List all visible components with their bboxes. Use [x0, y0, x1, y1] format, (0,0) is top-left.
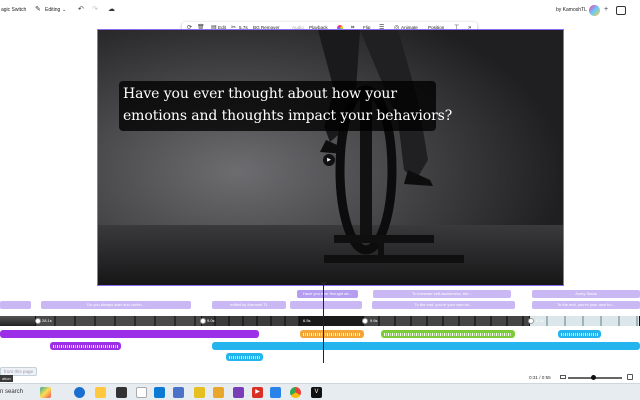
- microsoft-store-icon[interactable]: [136, 387, 147, 398]
- undo-icon[interactable]: ↶: [78, 6, 84, 14]
- redo-icon[interactable]: ↷: [92, 6, 98, 14]
- caption-clip[interactable]: To increase self-awareness, the...: [373, 290, 511, 298]
- audio-clip[interactable]: [558, 330, 601, 338]
- clip-duration: 9.0s: [207, 318, 215, 323]
- avatar[interactable]: [589, 5, 600, 16]
- transition-icon[interactable]: [200, 318, 206, 324]
- clip-duration: 9.6s: [370, 318, 378, 323]
- app-icon[interactable]: [233, 387, 244, 398]
- video-track[interactable]: 28.1s 9.0s 6.5s 9.6s 8.1s: [0, 316, 640, 326]
- file-explorer-icon[interactable]: [95, 387, 106, 398]
- design-canvas[interactable]: Have you ever thought about how your emo…: [97, 29, 564, 286]
- chevron-down-icon: ⌄: [62, 7, 67, 13]
- share-icon[interactable]: [616, 6, 626, 15]
- caption-clip[interactable]: [290, 301, 362, 309]
- clip-duration: 8.1s: [536, 318, 544, 323]
- magic-switch-button[interactable]: agic Switch: [1, 7, 26, 13]
- caption-line-1: Have you ever thought about how your: [123, 86, 397, 102]
- cloud-save-icon[interactable]: ☁: [108, 6, 115, 14]
- video-clip[interactable]: [364, 316, 530, 326]
- fullscreen-icon[interactable]: [627, 374, 633, 380]
- clip-duration: 6.5s: [303, 318, 311, 323]
- caption-clip[interactable]: edited by Kamosh TL: [212, 301, 286, 309]
- audio-clip[interactable]: [300, 330, 364, 338]
- video-clip[interactable]: [530, 316, 640, 326]
- video-clip[interactable]: [36, 316, 202, 326]
- youtube-icon[interactable]: ▶: [252, 387, 263, 398]
- edge-browser-icon[interactable]: [74, 387, 85, 398]
- video-clip[interactable]: [0, 316, 36, 326]
- sticky-notes-icon[interactable]: [194, 387, 205, 398]
- audio-clip[interactable]: [226, 353, 263, 361]
- audio-clip[interactable]: [381, 330, 515, 338]
- transition-icon[interactable]: [35, 318, 41, 324]
- caption-clip[interactable]: To the end, you're your own bo...: [372, 301, 515, 309]
- caption-clip[interactable]: To the end, you're your own bo...: [532, 301, 640, 309]
- camera-icon[interactable]: [173, 387, 184, 398]
- playhead[interactable]: [323, 283, 324, 363]
- transition-icon[interactable]: [528, 318, 534, 324]
- caption-text-box[interactable]: Have you ever thought about how your emo…: [119, 81, 453, 131]
- mail-icon[interactable]: [154, 387, 165, 398]
- caption-clip[interactable]: Avery Stads: [532, 290, 640, 298]
- widgets-icon[interactable]: [40, 387, 51, 398]
- notes-chip-label: ation: [0, 375, 13, 382]
- play-icon[interactable]: ▶: [323, 154, 335, 166]
- top-bar: agic Switch ✎ Editing ⌄ ↶ ↷ ☁ by KamoshT…: [0, 0, 640, 22]
- os-taskbar: n search ▶ V: [0, 383, 640, 400]
- chrome-icon[interactable]: [290, 387, 301, 398]
- add-icon[interactable]: +: [604, 6, 608, 14]
- app-icon[interactable]: [270, 387, 281, 398]
- zoom-out-icon[interactable]: [560, 375, 566, 379]
- owner-label: by KamoshTL: [556, 7, 587, 13]
- capcut-icon[interactable]: V: [311, 387, 322, 398]
- caption-clip[interactable]: [0, 301, 31, 309]
- caption-line-2: emotions and thoughts impact your behavi…: [123, 108, 453, 124]
- transition-icon[interactable]: [362, 318, 368, 324]
- zoom-slider-handle[interactable]: [591, 375, 596, 380]
- clip-duration: 28.1s: [42, 318, 52, 323]
- pencil-icon: ✎: [35, 6, 41, 13]
- video-clip[interactable]: [202, 316, 300, 326]
- time-readout: 0:31 / 0:55: [529, 375, 551, 380]
- folder-icon[interactable]: [213, 387, 224, 398]
- audio-clip[interactable]: [0, 330, 259, 338]
- audio-clip[interactable]: [212, 342, 640, 350]
- taskbar-search[interactable]: n search: [0, 389, 23, 395]
- editing-mode-dropdown[interactable]: Editing: [45, 7, 60, 13]
- audio-clip[interactable]: [50, 342, 121, 350]
- caption-clip[interactable]: Do you always start and contin...: [41, 301, 191, 309]
- caption-clip[interactable]: Have you ever thought ab...: [297, 290, 358, 298]
- store-icon[interactable]: [116, 387, 127, 398]
